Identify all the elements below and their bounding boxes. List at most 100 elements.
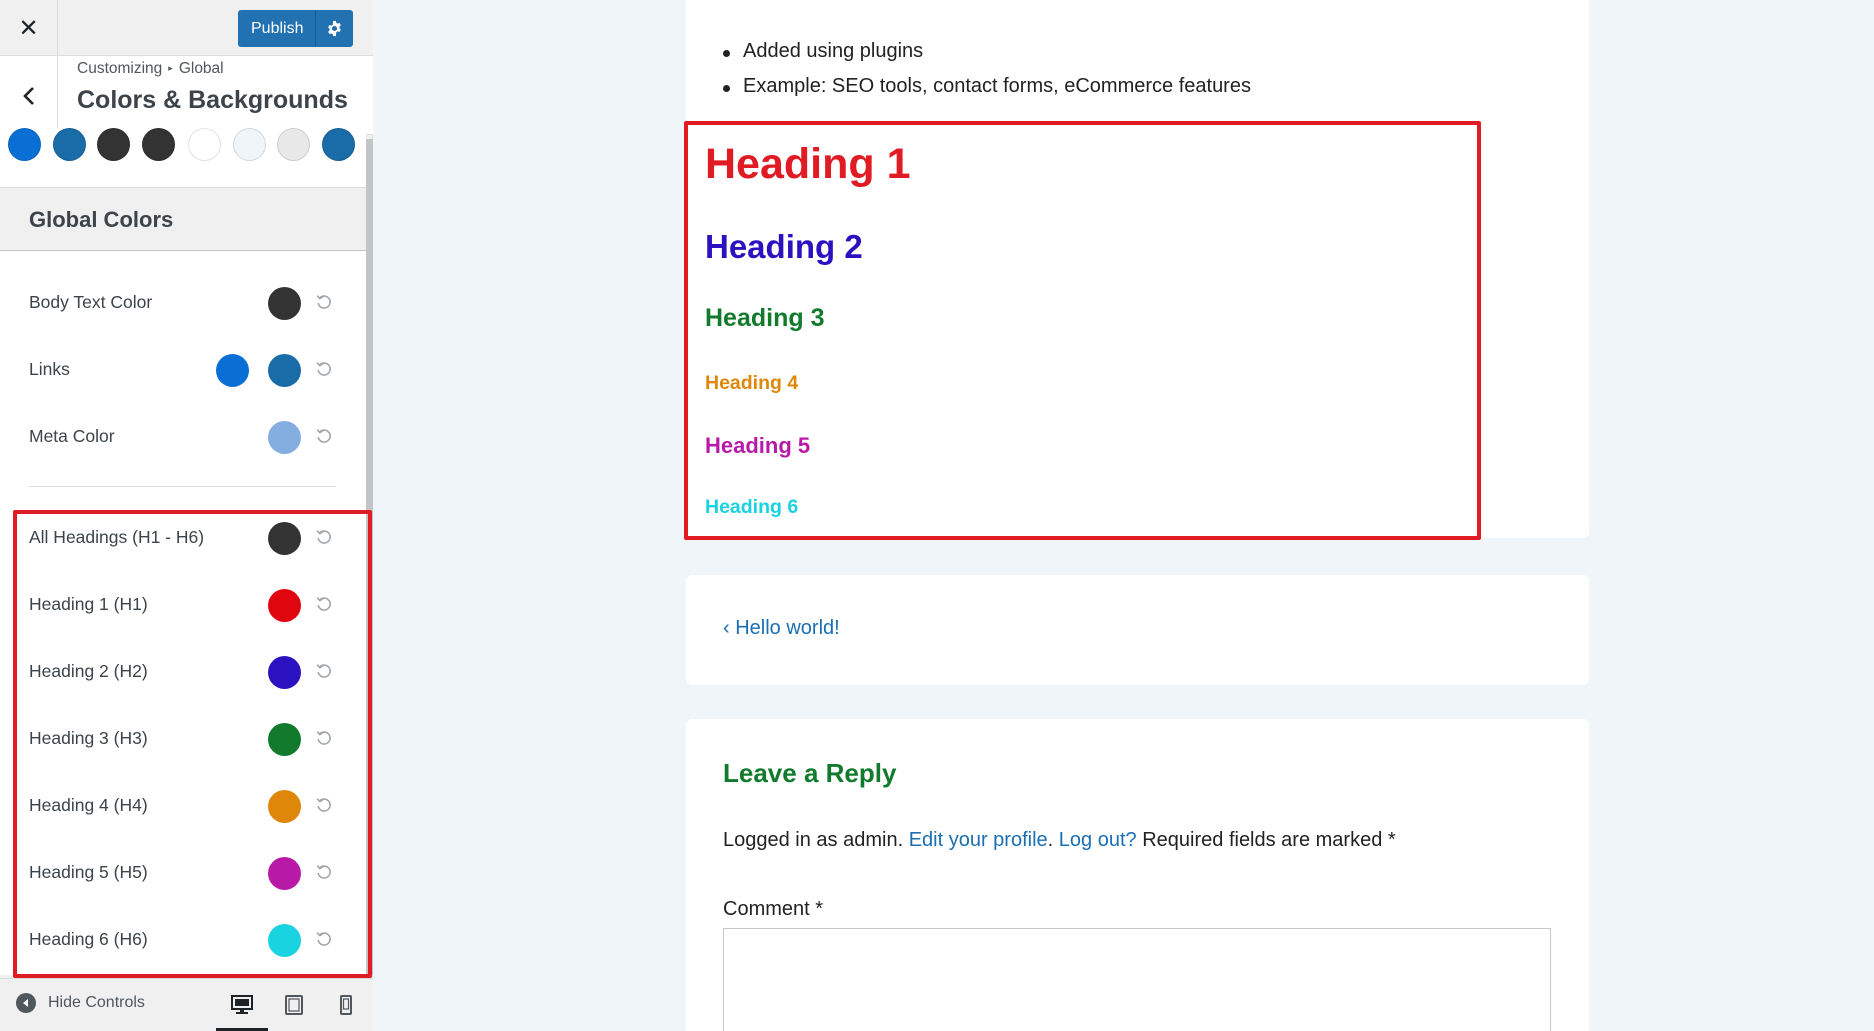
palette-swatch[interactable]	[53, 128, 86, 161]
reset-icon[interactable]	[314, 292, 334, 312]
palette-swatch[interactable]	[277, 128, 310, 161]
breadcrumb-leaf: Global	[178, 60, 224, 77]
color-swatch-button[interactable]	[268, 723, 301, 756]
palette-swatch[interactable]	[142, 128, 175, 161]
logged-in-text: Logged in as admin.	[723, 829, 904, 851]
color-swatch-button[interactable]	[268, 522, 301, 555]
color-control-row: Heading 3 (H3)	[0, 719, 366, 759]
color-control-label: Heading 5 (H5)	[29, 862, 148, 882]
palette-swatch[interactable]	[322, 128, 355, 161]
palette-swatch[interactable]	[8, 128, 41, 161]
site-preview	[374, 0, 1874, 1031]
close-customizer-button[interactable]: ✕	[0, 0, 58, 56]
previous-post-link[interactable]: ‹ Hello world!	[723, 617, 840, 640]
color-control-row: All Headings (H1 - H6)	[0, 518, 366, 558]
color-control-row: Links	[0, 350, 366, 390]
reset-icon[interactable]	[314, 728, 334, 748]
color-control-label: Links	[29, 359, 70, 379]
color-swatch-button[interactable]	[268, 656, 301, 689]
color-control-label: Heading 3 (H3)	[29, 728, 148, 748]
list-item: Added using plugins	[723, 40, 1251, 75]
color-control-row: Heading 6 (H6)	[0, 920, 366, 960]
customizer-footer: Hide Controls	[0, 978, 373, 1031]
sidebar-scrollbar[interactable]	[366, 139, 373, 975]
controls-divider	[29, 486, 336, 487]
required-fields-text: Required fields are marked *	[1142, 829, 1396, 851]
color-control-label: Body Text Color	[29, 292, 153, 312]
collapse-arrow-icon	[16, 993, 36, 1013]
reset-icon[interactable]	[314, 862, 334, 882]
preview-heading-1: Heading 1	[705, 140, 911, 188]
reset-icon[interactable]	[314, 661, 334, 681]
reset-icon[interactable]	[314, 594, 334, 614]
reset-icon[interactable]	[314, 929, 334, 949]
chevron-left-icon	[22, 86, 34, 105]
feature-list: Added using plugins Example: SEO tools, …	[723, 40, 1251, 110]
reset-icon[interactable]	[314, 527, 334, 547]
publish-settings-button[interactable]	[316, 10, 354, 47]
comment-label: Comment *	[723, 898, 824, 920]
color-swatch-button[interactable]	[268, 589, 301, 622]
breadcrumb-root: Customizing	[77, 60, 163, 77]
color-control-label: Heading 1 (H1)	[29, 594, 148, 614]
color-control-label: Heading 2 (H2)	[29, 661, 148, 681]
sentence-dot: .	[1047, 829, 1054, 851]
preview-heading-6: Heading 6	[705, 496, 799, 518]
hide-controls-button[interactable]: Hide Controls	[16, 993, 145, 1013]
customizer-sidebar: ✕ Publish Customizing ▸ Global Colors & Ba…	[0, 0, 373, 1031]
section-title: Colors & Backgrounds	[77, 86, 348, 114]
publish-group: Publish	[238, 10, 354, 47]
global-colors-header: Global Colors	[0, 188, 366, 251]
reset-icon[interactable]	[314, 795, 334, 815]
preview-mobile-button[interactable]	[332, 991, 360, 1019]
color-control-row: Body Text Color	[0, 283, 366, 323]
comment-textarea[interactable]	[723, 928, 1551, 1031]
desktop-icon	[231, 995, 253, 1014]
palette-swatch[interactable]	[188, 128, 221, 161]
palette-swatch[interactable]	[97, 128, 130, 161]
palette-swatch[interactable]	[233, 128, 266, 161]
color-swatch-button[interactable]	[268, 857, 301, 890]
breadcrumb-separator-icon: ▸	[168, 63, 173, 73]
preview-heading-3: Heading 3	[705, 304, 825, 332]
preview-desktop-button[interactable]	[228, 991, 256, 1019]
color-swatch-button[interactable]	[268, 790, 301, 823]
hide-controls-label: Hide Controls	[48, 994, 145, 1011]
color-palette	[0, 128, 366, 188]
color-controls: Body Text Color Links Meta Color All Headin…	[0, 251, 366, 975]
color-control-row: Heading 2 (H2)	[0, 652, 366, 692]
publish-button[interactable]: Publish	[238, 10, 317, 47]
color-control-label: Meta Color	[29, 426, 115, 446]
color-control-row: Heading 4 (H4)	[0, 786, 366, 826]
breadcrumb: Customizing ▸ Global	[77, 60, 224, 78]
color-swatch-button[interactable]	[268, 421, 301, 454]
color-control-label: All Headings (H1 - H6)	[29, 527, 205, 547]
leave-reply-title: Leave a Reply	[723, 758, 897, 788]
color-control-row: Heading 5 (H5)	[0, 853, 366, 893]
color-swatch-button[interactable]	[268, 354, 301, 387]
close-icon: ✕	[18, 14, 39, 42]
color-swatch-button[interactable]	[268, 924, 301, 957]
section-header: Customizing ▸ Global Colors & Backgrounds	[0, 56, 373, 135]
preview-heading-4: Heading 4	[705, 372, 799, 394]
color-control-label: Heading 4 (H4)	[29, 795, 148, 815]
reset-icon[interactable]	[314, 426, 334, 446]
preview-heading-5: Heading 5	[705, 433, 811, 458]
edit-profile-link[interactable]: Edit your profile	[909, 829, 1048, 851]
log-out-link[interactable]: Log out?	[1059, 829, 1137, 851]
tablet-icon	[285, 995, 303, 1015]
color-control-row: Heading 1 (H1)	[0, 585, 366, 625]
back-button[interactable]	[0, 56, 58, 135]
preview-heading-2: Heading 2	[705, 228, 863, 265]
global-colors-title: Global Colors	[29, 207, 174, 232]
color-swatch-button[interactable]	[216, 354, 249, 387]
color-control-row: Meta Color	[0, 417, 366, 457]
reset-icon[interactable]	[314, 359, 334, 379]
color-swatch-button[interactable]	[268, 287, 301, 320]
customizer-topbar: ✕ Publish	[0, 0, 373, 56]
color-control-label: Heading 6 (H6)	[29, 929, 148, 949]
preview-tablet-button[interactable]	[280, 991, 308, 1019]
mobile-icon	[340, 995, 352, 1015]
list-item: Example: SEO tools, contact forms, eComm…	[723, 75, 1251, 110]
gear-icon	[328, 20, 342, 37]
